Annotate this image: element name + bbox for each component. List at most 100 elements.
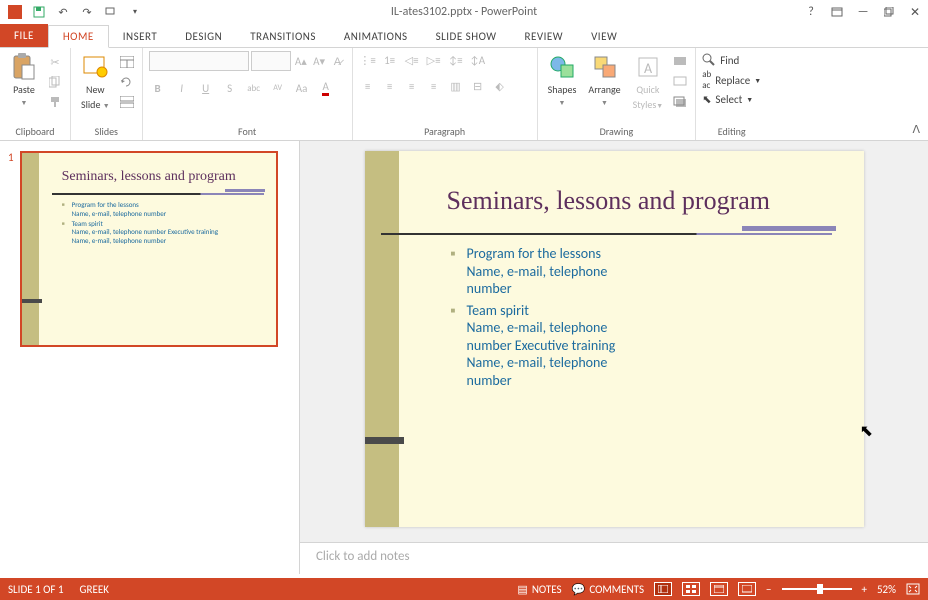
save-icon[interactable]	[32, 5, 46, 19]
normal-view-icon[interactable]	[654, 582, 672, 596]
underline-icon[interactable]: U	[197, 79, 215, 97]
font-family-select[interactable]	[149, 51, 249, 71]
section-icon[interactable]	[118, 93, 136, 111]
svg-text:A: A	[644, 60, 653, 77]
tab-home[interactable]: HOME	[48, 25, 109, 48]
smartart-icon[interactable]: ⬖	[491, 77, 509, 95]
increase-font-icon[interactable]: A▴	[293, 52, 309, 70]
notes-toggle[interactable]: ▤NOTES	[517, 583, 561, 596]
fit-to-window-icon[interactable]	[906, 583, 920, 595]
zoom-in-icon[interactable]: +	[862, 583, 867, 596]
redo-icon[interactable]: ↷	[80, 5, 94, 19]
undo-icon[interactable]: ↶	[56, 5, 70, 19]
reset-icon[interactable]	[118, 73, 136, 91]
slide-accent	[225, 189, 265, 192]
shape-fill-icon[interactable]	[671, 53, 689, 71]
tab-animations[interactable]: ANIMATIONS	[330, 26, 422, 47]
replace-icon: abac	[702, 69, 711, 91]
paste-label: Paste	[13, 83, 35, 96]
slide-title[interactable]: Seminars, lessons and program	[447, 186, 771, 216]
format-painter-icon[interactable]	[46, 93, 64, 111]
justify-icon[interactable]: ≡	[425, 77, 443, 95]
font-size-select[interactable]	[251, 51, 291, 71]
group-paragraph: ⋮≡ 1≡ ◁≡ ▷≡ ↕≡ ↕A ≡ ≡ ≡ ≡ ▥ ⊟ ⬖ Paragrap…	[353, 48, 538, 140]
quick-styles-button[interactable]: A Quick Styles▼	[629, 51, 668, 125]
text-direction-icon[interactable]: ↕A	[469, 51, 487, 69]
ribbon-display-icon[interactable]	[830, 5, 844, 19]
clear-formatting-icon[interactable]: A̷	[329, 52, 345, 70]
align-text-icon[interactable]: ⊟	[469, 77, 487, 95]
bullet-line: Name, e-mail, telephone number	[467, 354, 608, 389]
ribbon: Paste ▼ ✂ Clipboard New Slide ▼ Sli	[0, 48, 928, 141]
line-spacing-icon[interactable]: ↕≡	[447, 51, 465, 69]
help-icon[interactable]: ?	[804, 5, 818, 19]
increase-indent-icon[interactable]: ▷≡	[425, 51, 443, 69]
notes-placeholder[interactable]: Click to add notes	[300, 542, 928, 574]
close-icon[interactable]: ✕	[908, 5, 922, 19]
collapse-ribbon-icon[interactable]: ᐱ	[912, 123, 920, 136]
tab-slideshow[interactable]: SLIDE SHOW	[422, 26, 511, 47]
tab-view[interactable]: VIEW	[577, 26, 631, 47]
status-bar: SLIDE 1 OF 1 GREEK ▤NOTES 💬COMMENTS − + …	[0, 578, 928, 600]
zoom-slider[interactable]	[782, 588, 852, 590]
thumbnail-pane[interactable]: 1 Seminars, lessons and program Program …	[0, 141, 300, 574]
find-button[interactable]: Find	[702, 53, 761, 67]
qat-customize-icon[interactable]: ▾	[128, 5, 142, 19]
columns-icon[interactable]: ▥	[447, 77, 465, 95]
select-label: Select	[715, 93, 742, 106]
arrange-button[interactable]: Arrange ▼	[584, 51, 624, 125]
tab-file[interactable]: FILE	[0, 24, 48, 47]
shape-effects-icon[interactable]	[671, 93, 689, 111]
slide-canvas[interactable]: Seminars, lessons and program Program fo…	[300, 141, 928, 542]
italic-icon[interactable]: I	[173, 79, 191, 97]
bold-icon[interactable]: B	[149, 79, 167, 97]
shadow-icon[interactable]: S	[221, 79, 239, 97]
tab-design[interactable]: DESIGN	[171, 26, 236, 47]
tab-transitions[interactable]: TRANSITIONS	[236, 26, 330, 47]
sorter-view-icon[interactable]	[682, 582, 700, 596]
change-case-icon[interactable]: Aa	[293, 79, 311, 97]
tab-insert[interactable]: INSERT	[109, 26, 172, 47]
slide-title: Seminars, lessons and program	[62, 169, 236, 185]
tab-review[interactable]: REVIEW	[511, 26, 578, 47]
shapes-button[interactable]: Shapes ▼	[544, 51, 581, 125]
bullet-head: Team spirit	[72, 219, 103, 228]
font-color-icon[interactable]: A	[317, 79, 335, 97]
slideshow-view-icon[interactable]	[738, 582, 756, 596]
decrease-font-icon[interactable]: A▾	[311, 52, 327, 70]
paste-button[interactable]: Paste ▼	[6, 51, 42, 125]
cut-icon[interactable]: ✂	[46, 53, 64, 71]
char-spacing-icon[interactable]: AV	[269, 79, 287, 97]
status-slide-count[interactable]: SLIDE 1 OF 1	[8, 583, 64, 596]
slide-decoration-block	[22, 299, 42, 303]
comments-toggle[interactable]: 💬COMMENTS	[572, 583, 644, 596]
zoom-level[interactable]: 52%	[877, 583, 896, 596]
styles-label: Styles	[633, 98, 657, 111]
group-clipboard: Paste ▼ ✂ Clipboard	[0, 48, 71, 140]
bullet-head: Program for the lessons	[72, 200, 139, 209]
decrease-indent-icon[interactable]: ◁≡	[403, 51, 421, 69]
layout-icon[interactable]	[118, 53, 136, 71]
thumbnail-item[interactable]: 1 Seminars, lessons and program Program …	[8, 151, 291, 347]
restore-icon[interactable]	[882, 5, 896, 19]
reading-view-icon[interactable]	[710, 582, 728, 596]
zoom-thumb[interactable]	[817, 584, 823, 594]
start-from-beginning-icon[interactable]	[104, 5, 118, 19]
status-language[interactable]: GREEK	[80, 583, 109, 596]
align-center-icon[interactable]: ≡	[381, 77, 399, 95]
align-left-icon[interactable]: ≡	[359, 77, 377, 95]
align-right-icon[interactable]: ≡	[403, 77, 421, 95]
select-button[interactable]: ⬉ Select ▼	[702, 93, 761, 106]
zoom-out-icon[interactable]: −	[766, 583, 771, 596]
copy-icon[interactable]	[46, 73, 64, 91]
strikethrough-icon[interactable]: abc	[245, 79, 263, 97]
slide-body[interactable]: Program for the lessonsName, e-mail, tel…	[451, 245, 631, 393]
replace-button[interactable]: abac Replace ▼	[702, 69, 761, 91]
new-slide-button[interactable]: New Slide ▼	[77, 51, 114, 125]
bullets-icon[interactable]: ⋮≡	[359, 51, 377, 69]
main-slide[interactable]: Seminars, lessons and program Program fo…	[365, 151, 864, 527]
minimize-icon[interactable]: —	[856, 5, 870, 19]
numbering-icon[interactable]: 1≡	[381, 51, 399, 69]
thumbnail-slide[interactable]: Seminars, lessons and program Program fo…	[20, 151, 278, 347]
shape-outline-icon[interactable]	[671, 73, 689, 91]
